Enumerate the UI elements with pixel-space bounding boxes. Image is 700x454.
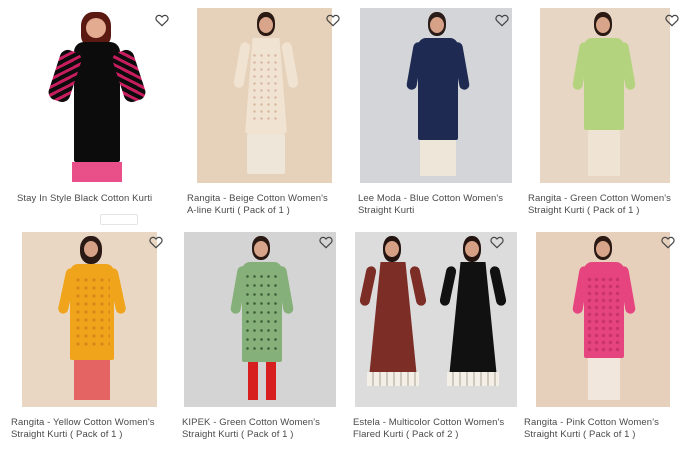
wishlist-heart-icon[interactable] [318,234,334,250]
wishlist-heart-icon[interactable] [494,12,510,28]
wishlist-heart-icon[interactable] [664,12,680,28]
product-title[interactable]: Rangita - Beige Cotton Women's A-line Ku… [187,193,339,217]
product-card[interactable]: Rangita - Green Cotton Women's Straight … [528,8,700,230]
model-figure [57,236,127,407]
product-card[interactable]: Estela - Multicolor Cotton Women's Flare… [353,232,523,454]
product-title[interactable]: Rangita - Yellow Cotton Women's Straight… [11,417,163,441]
product-title[interactable]: KIPEK - Green Cotton Women's Straight Ku… [182,417,332,441]
product-image[interactable] [197,8,332,183]
model-figure [571,236,637,407]
wishlist-heart-icon[interactable] [148,234,164,250]
model-figure [405,12,471,183]
model-figure [233,12,299,183]
product-image[interactable] [360,8,512,183]
product-title[interactable]: Lee Moda - Blue Cotton Women's Straight … [358,193,508,217]
model-figure [358,236,428,407]
wishlist-heart-icon[interactable] [325,12,341,28]
size-chip [100,214,138,225]
wishlist-heart-icon[interactable] [489,234,505,250]
product-title[interactable]: Rangita - Pink Cotton Women's Straight K… [524,417,676,441]
product-card[interactable]: Stay In Style Black Cotton Kurti [12,8,180,230]
product-title[interactable]: Estela - Multicolor Cotton Women's Flare… [353,417,509,441]
product-card[interactable]: KIPEK - Green Cotton Women's Straight Ku… [182,232,352,454]
product-image[interactable] [540,8,670,183]
model-figure [571,12,637,183]
product-image[interactable] [12,8,180,183]
product-image[interactable] [184,232,336,407]
product-image[interactable] [536,232,670,407]
product-image[interactable] [355,232,517,407]
product-card[interactable]: Lee Moda - Blue Cotton Women's Straight … [358,8,528,230]
product-title[interactable]: Stay In Style Black Cotton Kurti [17,193,177,205]
wishlist-heart-icon[interactable] [154,12,170,28]
product-image[interactable] [22,232,157,407]
model-figure [46,12,148,183]
product-card[interactable]: Rangita - Yellow Cotton Women's Straight… [11,232,190,454]
product-title[interactable]: Rangita - Green Cotton Women's Straight … [528,193,684,217]
product-card[interactable]: Rangita - Pink Cotton Women's Straight K… [524,232,700,454]
model-figure [438,236,508,407]
product-card[interactable]: Rangita - Beige Cotton Women's A-line Ku… [187,8,365,230]
wishlist-heart-icon[interactable] [660,234,676,250]
model-figure [229,236,295,407]
